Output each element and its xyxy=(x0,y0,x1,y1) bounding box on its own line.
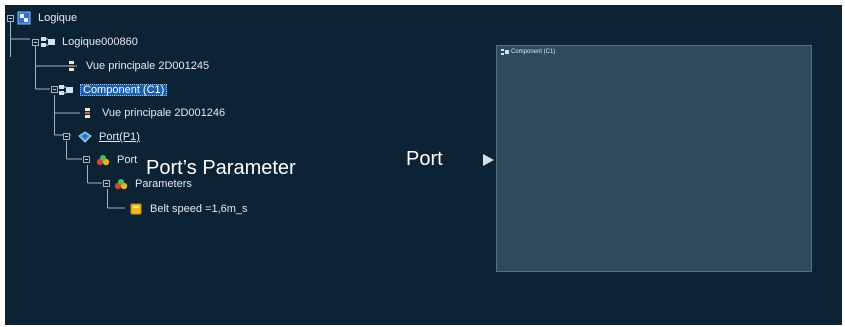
main-view-icon xyxy=(65,59,79,73)
tree-node-belt-speed[interactable]: Belt speed =1,6m_s xyxy=(129,199,248,219)
tree-node-port[interactable]: Port xyxy=(96,150,137,170)
tree-node-port-label: Port xyxy=(117,154,138,166)
port-icon xyxy=(78,130,92,144)
parameter-value-icon xyxy=(129,202,143,216)
expander-port-p1[interactable] xyxy=(63,133,70,140)
expander-port[interactable] xyxy=(83,156,90,163)
tree-node-belt-speed-label: Belt speed =1,6m_s xyxy=(150,203,248,215)
component-icon xyxy=(59,83,73,97)
tree-node-logic[interactable]: Logique000860 xyxy=(41,32,138,52)
component-view-frame[interactable]: Component (C1) xyxy=(496,45,812,272)
tree-node-view-1[interactable]: Vue principale 2D001245 xyxy=(65,56,209,76)
main-view-icon xyxy=(81,106,95,120)
expander-parameters[interactable] xyxy=(103,180,110,187)
tree-node-component-label: Component (C1) xyxy=(80,84,168,96)
tree-node-logic-label: Logique000860 xyxy=(62,36,138,48)
component-view-title: Component (C1) xyxy=(501,49,555,55)
tree-node-view-1-label: Vue principale 2D001245 xyxy=(86,60,210,72)
tree-node-port-p1-label: Port(P1) xyxy=(99,131,140,143)
tree-node-view-2[interactable]: Vue principale 2D001246 xyxy=(81,103,225,123)
expander-logic[interactable] xyxy=(32,39,39,46)
tree-node-port-p1[interactable]: Port(P1) xyxy=(78,127,140,147)
tree-node-root-label: Logique xyxy=(38,12,78,24)
tree-node-component[interactable]: Component (C1) xyxy=(59,80,168,100)
expander-component[interactable] xyxy=(51,86,58,93)
design-canvas: Logique Logique000860 Vue principale 2D0… xyxy=(5,5,842,325)
tree-node-root[interactable]: Logique xyxy=(17,8,77,28)
port-arrow-icon[interactable] xyxy=(481,153,495,167)
logic-tree-icon xyxy=(17,11,31,25)
parameters-icon xyxy=(114,177,128,191)
expander-root[interactable] xyxy=(7,15,14,22)
tree-node-view-2-label: Vue principale 2D001246 xyxy=(102,107,226,119)
logic-node-icon xyxy=(41,35,55,49)
component-mini-icon xyxy=(501,49,509,55)
component-view-title-label: Component (C1) xyxy=(511,49,556,55)
annotation-port: Port xyxy=(406,148,443,170)
annotation-port-parameter: Port’s Parameter xyxy=(146,157,296,179)
port-fruit-icon xyxy=(96,153,110,167)
